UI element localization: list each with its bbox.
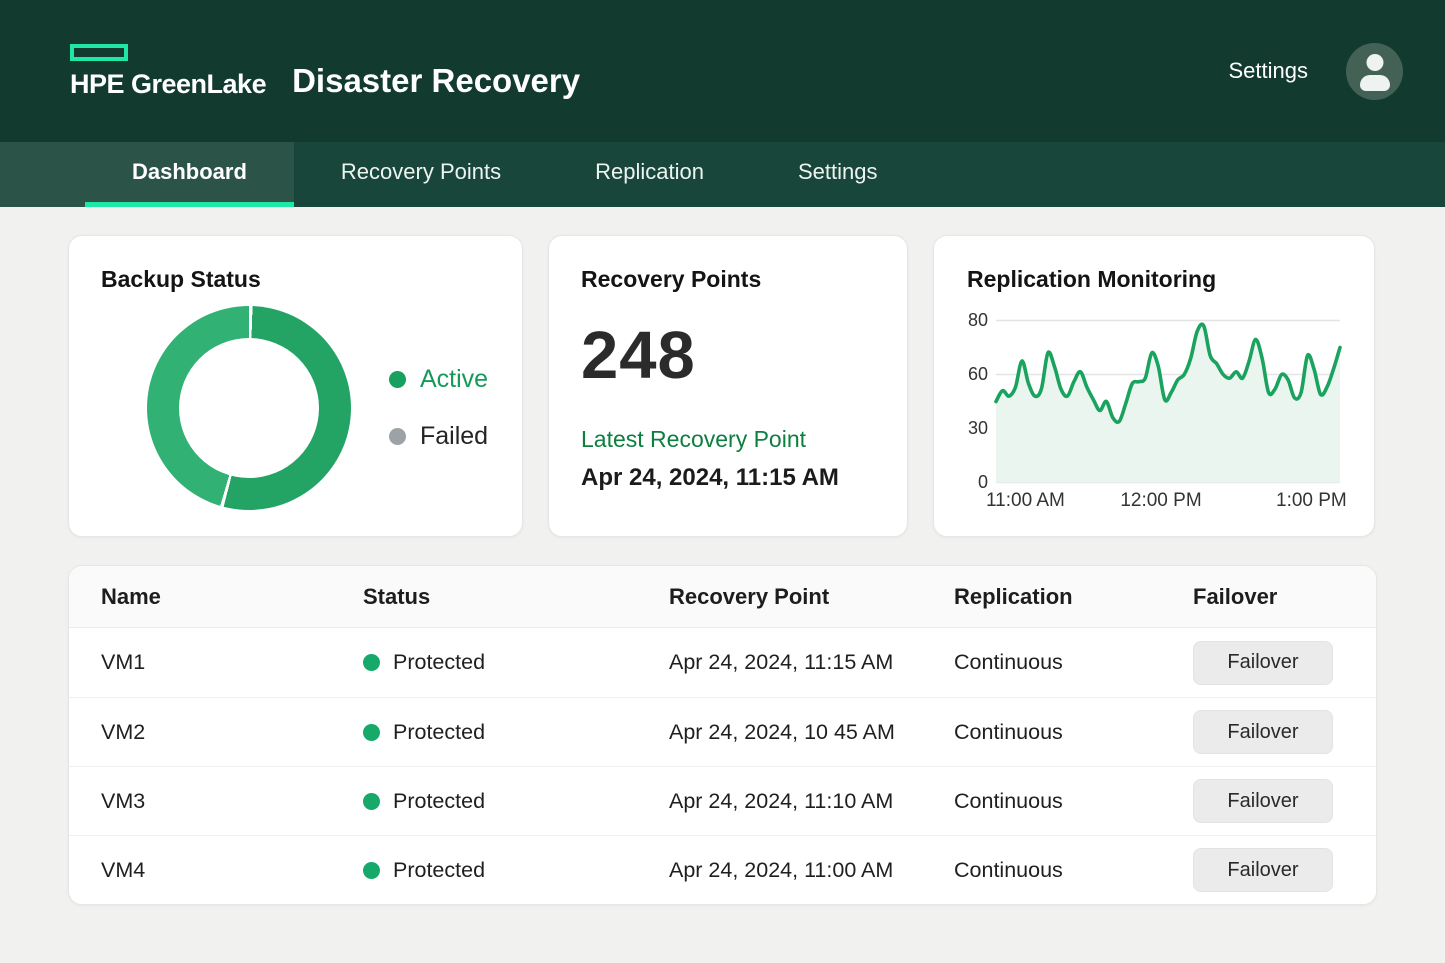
recovery-points-card: Recovery Points 248 Latest Recovery Poin… <box>548 235 908 537</box>
column-header-failover: Failover <box>1193 584 1344 610</box>
y-axis-tick: 80 <box>958 310 988 331</box>
replication-line-chart: 80 60 30 011:00 AM 12:00 PM 1:00 PM <box>958 293 1350 511</box>
recovery-points-count: 248 <box>581 317 875 394</box>
y-axis-tick: 30 <box>958 418 988 439</box>
table-row-vm1: VM1 Protected Apr 24, 2024, 11:15 AMContin… <box>69 628 1376 697</box>
status-label: Protected <box>393 858 485 883</box>
status-dot-icon <box>363 724 380 741</box>
app-header: HPE GreenLake Disaster Recovery Settings <box>0 0 1445 142</box>
column-header-recovery-point: Recovery Point <box>669 584 954 610</box>
replication-monitoring-title: Replication Monitoring <box>967 266 1350 293</box>
recovery-point-value: Apr 24, 2024, 10 45 AM <box>669 720 954 745</box>
table-row-vm2: VM2 Protected Apr 24, 2024, 10 45 AMContin… <box>69 697 1376 766</box>
legend-label: Failed <box>420 422 488 451</box>
latest-recovery-point-value: Apr 24, 2024, 11:15 AM <box>581 464 875 492</box>
replication-mode: Continuous <box>954 858 1193 883</box>
x-axis-tick: 12:00 PM <box>1106 490 1216 512</box>
column-header-name: Name <box>101 584 363 610</box>
legend-dot-active <box>389 371 406 388</box>
user-avatar-button[interactable] <box>1346 43 1403 100</box>
user-icon <box>1366 54 1383 71</box>
latest-recovery-point-label: Latest Recovery Point <box>581 426 875 453</box>
recovery-point-value: Apr 24, 2024, 11:10 AM <box>669 789 954 814</box>
failover-button-vm1[interactable]: Failover <box>1193 641 1333 685</box>
nav-lead-spacer <box>0 142 85 207</box>
status-label: Protected <box>393 650 485 675</box>
hpe-greenlake-logo: HPE GreenLake <box>70 44 266 98</box>
recovery-points-title: Recovery Points <box>581 266 875 293</box>
hpe-logo-mark-icon <box>70 44 128 61</box>
donut-hole <box>179 338 319 478</box>
failover-button-vm2[interactable]: Failover <box>1193 710 1333 754</box>
recovery-point-value: Apr 24, 2024, 11:15 AM <box>669 650 954 675</box>
replication-mode: Continuous <box>954 650 1193 675</box>
legend-item-active: Active <box>389 365 488 394</box>
backup-status-title: Backup Status <box>101 266 490 293</box>
y-axis-tick: 60 <box>958 364 988 385</box>
recovery-point-value: Apr 24, 2024, 11:00 AM <box>669 858 954 883</box>
tab-settings[interactable]: Settings <box>751 142 925 207</box>
vm-name: VM3 <box>101 789 363 814</box>
y-axis-tick: 0 <box>958 472 988 493</box>
backup-status-legend: Active Failed <box>389 306 488 510</box>
column-header-replication: Replication <box>954 584 1193 610</box>
tab-dashboard[interactable]: Dashboard <box>85 142 294 207</box>
status-label: Protected <box>393 720 485 745</box>
app-title: Disaster Recovery <box>292 64 580 97</box>
x-axis-tick: 11:00 AM <box>986 490 1065 512</box>
brand-name: HPE GreenLake <box>70 70 266 98</box>
vm-table-header: NameStatusRecovery PointReplicationFailo… <box>69 566 1376 628</box>
table-row-vm3: VM3 Protected Apr 24, 2024, 11:10 AMContin… <box>69 766 1376 835</box>
status-dot-icon <box>363 862 380 879</box>
line-chart-svg <box>996 320 1340 483</box>
failover-button-vm4[interactable]: Failover <box>1193 848 1333 892</box>
vm-name: VM4 <box>101 858 363 883</box>
tab-replication[interactable]: Replication <box>548 142 751 207</box>
main-nav: DashboardRecovery PointsReplicationSetti… <box>0 142 1445 207</box>
status-dot-icon <box>363 654 380 671</box>
backup-status-card: Backup Status Active Failed <box>68 235 523 537</box>
failover-button-vm3[interactable]: Failover <box>1193 779 1333 823</box>
column-header-status: Status <box>363 584 669 610</box>
vm-table: NameStatusRecovery PointReplicationFailo… <box>68 565 1377 905</box>
dashboard-content: Backup Status Active Failed Recovery Poin… <box>0 207 1445 905</box>
status-cell: Protected <box>363 650 669 675</box>
x-axis-tick: 1:00 PM <box>1276 490 1347 512</box>
legend-dot-failed <box>389 428 406 445</box>
vm-name: VM1 <box>101 650 363 675</box>
status-cell: Protected <box>363 789 669 814</box>
backup-status-donut-chart <box>147 306 351 510</box>
user-icon-body <box>1360 75 1390 91</box>
legend-label: Active <box>420 365 488 394</box>
legend-item-failed: Failed <box>389 422 488 451</box>
header-settings-link[interactable]: Settings <box>1229 58 1309 84</box>
status-cell: Protected <box>363 858 669 883</box>
tab-recovery-points[interactable]: Recovery Points <box>294 142 548 207</box>
replication-mode: Continuous <box>954 789 1193 814</box>
status-label: Protected <box>393 789 485 814</box>
vm-name: VM2 <box>101 720 363 745</box>
replication-mode: Continuous <box>954 720 1193 745</box>
status-cell: Protected <box>363 720 669 745</box>
replication-monitoring-card: Replication Monitoring 80 60 30 011:00 AM 12… <box>933 235 1375 537</box>
table-row-vm4: VM4 Protected Apr 24, 2024, 11:00 AMContin… <box>69 835 1376 904</box>
status-dot-icon <box>363 793 380 810</box>
